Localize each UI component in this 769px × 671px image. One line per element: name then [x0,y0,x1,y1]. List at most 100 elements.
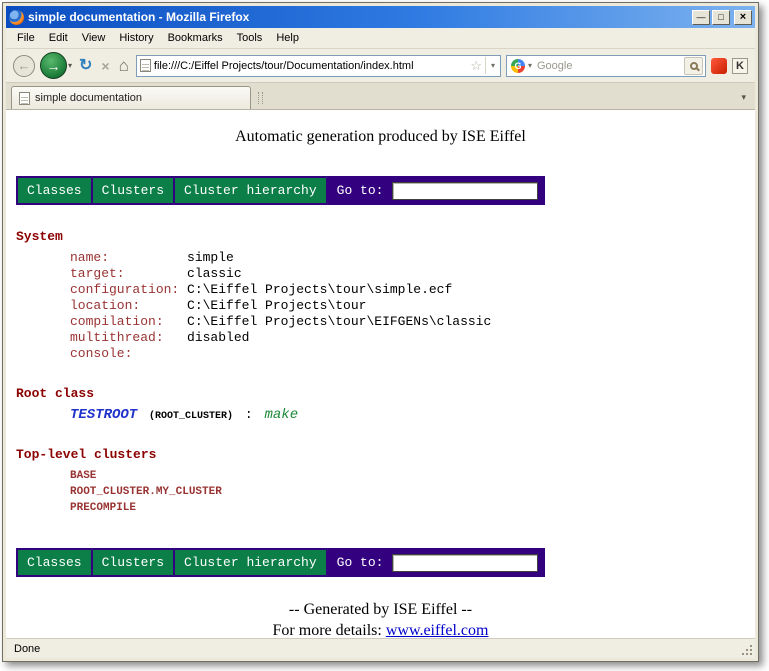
firefox-window: simple documentation - Mozilla Firefox —… [2,2,759,662]
home-button[interactable]: ⌂ [117,57,131,74]
goto-section: Go to: [328,178,544,203]
stop-button[interactable]: × [99,59,111,73]
system-row-target: target: classic [70,266,755,282]
history-dropdown-icon[interactable]: ▾ [68,61,72,70]
row-key: multithread: [70,330,187,345]
goto-label: Go to: [337,183,384,198]
maximize-button[interactable]: □ [712,10,730,25]
minimize-button[interactable]: — [692,10,710,25]
menubar: File Edit View History Bookmarks Tools H… [6,28,755,49]
menu-edit[interactable]: Edit [43,29,74,47]
home-icon: ⌂ [119,56,129,75]
menu-bookmarks[interactable]: Bookmarks [162,29,229,47]
bookmark-star-icon[interactable]: ☆ [470,59,482,72]
navigation-toolbar: ← → ▾ ↻ × ⌂ ☆ ▾ G ▾ K [6,49,755,83]
reload-button[interactable]: ↻ [77,58,94,74]
status-text: Done [14,643,40,655]
footer-generated-line: -- Generated by ISE Eiffel -- [6,601,755,619]
system-section-title: System [16,229,755,244]
clusters-button[interactable]: Clusters [93,550,173,575]
row-key: location: [70,298,187,313]
cluster-link-root-cluster[interactable]: ROOT_CLUSTER.MY_CLUSTER [70,484,755,500]
tab-label: simple documentation [35,92,142,104]
system-rows: name: simple target: classic configurati… [6,250,755,362]
stop-icon: × [101,58,109,74]
goto-input-top[interactable] [392,182,538,200]
menu-view[interactable]: View [76,29,112,47]
page-heading: Automatic generation produced by ISE Eif… [6,128,755,146]
reload-icon: ↻ [79,57,92,74]
row-value: simple [187,250,234,265]
status-bar: Done [6,638,755,658]
root-cluster-ref[interactable]: (ROOT_CLUSTER) [149,411,233,422]
system-row-name: name: simple [70,250,755,266]
search-bar[interactable]: G ▾ [506,55,706,77]
forward-button[interactable]: → [40,52,67,79]
classes-button[interactable]: Classes [18,550,91,575]
doc-nav-strip: Classes Clusters Cluster hierarchy Go to… [16,548,545,577]
google-icon: G [511,59,525,73]
root-class-link[interactable]: TESTROOT [70,407,137,423]
doc-nav-top: Classes Clusters Cluster hierarchy Go to… [16,176,755,205]
menu-tools[interactable]: Tools [231,29,269,47]
page-favicon-icon [140,59,151,72]
row-key: name: [70,250,187,265]
goto-section: Go to: [328,550,544,575]
menu-history[interactable]: History [113,29,159,47]
forward-group: → ▾ [40,52,72,79]
goto-label: Go to: [337,555,384,570]
row-key: target: [70,266,187,281]
row-value: classic [187,266,242,281]
window-title: simple documentation - Mozilla Firefox [28,10,688,24]
system-row-multithread: multithread: disabled [70,330,755,346]
cluster-link-base[interactable]: BASE [70,468,755,484]
close-button[interactable]: × [734,10,752,25]
search-engine-dropdown-icon[interactable]: ▾ [528,61,532,70]
menu-file[interactable]: File [11,29,41,47]
maximize-icon: □ [718,13,723,22]
extension-icon-k[interactable]: K [732,58,748,74]
goto-input-bottom[interactable] [392,554,538,572]
tab-list-dropdown[interactable]: ▾ [737,92,750,103]
row-value: C:\Eiffel Projects\tour\EIFGENs\classic [187,314,491,329]
clusters-button[interactable]: Clusters [93,178,173,203]
search-input[interactable] [535,59,681,73]
firefox-logo-icon [9,10,24,25]
classes-button[interactable]: Classes [18,178,91,203]
tab-simple-documentation[interactable]: simple documentation [11,86,251,109]
tab-strip-handle [258,92,263,104]
cluster-list: BASE ROOT_CLUSTER.MY_CLUSTER PRECOMPILE [70,468,755,516]
row-key: configuration: [70,282,187,297]
row-value: C:\Eiffel Projects\tour [187,298,366,313]
titlebar[interactable]: simple documentation - Mozilla Firefox —… [6,6,755,28]
url-history-dropdown-icon[interactable]: ▾ [485,57,497,74]
search-go-button[interactable] [684,57,703,75]
tab-page-icon [19,92,30,105]
creation-feature-link[interactable]: make [264,407,298,423]
url-input[interactable] [154,58,467,74]
extension-icon-red[interactable] [711,58,727,74]
cluster-link-precompile[interactable]: PRECOMPILE [70,500,755,516]
clusters-section-title: Top-level clusters [16,447,755,462]
system-row-compilation: compilation: C:\Eiffel Projects\tour\EIF… [70,314,755,330]
doc-nav-strip: Classes Clusters Cluster hierarchy Go to… [16,176,545,205]
root-separator: : [245,407,253,422]
back-button[interactable]: ← [13,55,35,77]
root-class-line: TESTROOT (ROOT_CLUSTER) : make [70,407,755,423]
system-row-location: location: C:\Eiffel Projects\tour [70,298,755,314]
page-content: Automatic generation produced by ISE Eif… [6,110,755,638]
window-controls: — □ × [692,10,752,25]
system-row-console: console: [70,346,755,362]
menu-help[interactable]: Help [270,29,305,47]
back-icon: ← [18,58,31,73]
forward-icon: → [47,58,61,74]
cluster-hierarchy-button[interactable]: Cluster hierarchy [175,178,326,203]
url-bar[interactable]: ☆ ▾ [136,55,501,77]
root-class-section-title: Root class [16,386,755,401]
tab-bar: simple documentation ▾ [6,83,755,110]
row-key: console: [70,346,187,361]
eiffel-website-link[interactable]: www.eiffel.com [386,622,489,638]
resize-grip[interactable] [740,643,752,655]
cluster-hierarchy-button[interactable]: Cluster hierarchy [175,550,326,575]
close-icon: × [740,12,746,23]
